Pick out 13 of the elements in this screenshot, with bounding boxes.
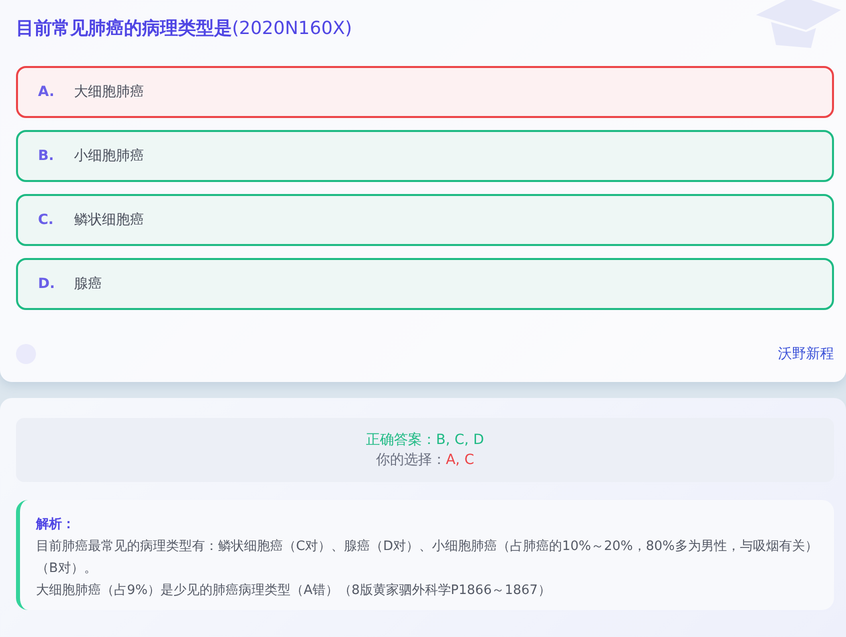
analysis-text: 大细胞肺癌（占9%）是少见的肺癌病理类型（A错）（8版黄家驷外科学P1866～1867）	[36, 582, 552, 600]
analysis-title: 解析：	[36, 516, 76, 534]
answer-option[interactable]: A. 大细胞肺癌	[16, 66, 834, 118]
answer-option[interactable]: C. 鳞状细胞癌	[16, 194, 834, 246]
correct-answer-value: B, C, D	[436, 431, 484, 450]
source-link[interactable]: 沃野新程	[778, 345, 834, 363]
answer-option[interactable]: D. 腺癌	[16, 258, 834, 310]
your-choice-value: A, C	[446, 451, 474, 470]
analysis-text: 目前肺癌最常见的病理类型有：鳞状细胞癌（C对）、腺癌（D对）、小细胞肺癌（占肺癌的10%～20%，80%多为男性，与吸烟有关）（B对）。	[36, 538, 818, 578]
question-title: 目前常见肺癌的病理类型是(2020N160X)	[16, 17, 354, 40]
answer-option[interactable]: B. 小细胞肺癌	[16, 130, 834, 182]
your-choice-label: 你的选择：	[376, 451, 446, 470]
correct-answer-label: 正确答案：	[366, 431, 436, 450]
